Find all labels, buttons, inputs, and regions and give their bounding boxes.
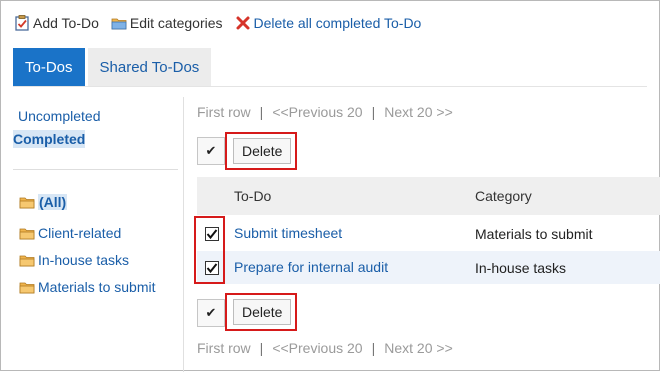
pager-previous-link[interactable]: <<Previous 20 bbox=[272, 104, 362, 120]
tab-todos[interactable]: To-Dos bbox=[13, 48, 85, 86]
folder-icon bbox=[111, 18, 127, 30]
delete-button[interactable]: Delete bbox=[233, 299, 292, 325]
check-all-button[interactable]: ✔ bbox=[197, 299, 225, 327]
checkmark-icon bbox=[206, 229, 218, 240]
pager-first-link[interactable]: First row bbox=[197, 340, 251, 356]
category-in-house-tasks[interactable]: In-house tasks bbox=[19, 252, 129, 268]
category-client-related[interactable]: Client-related bbox=[19, 225, 121, 241]
delete-button[interactable]: Delete bbox=[233, 138, 292, 164]
pager-first-link[interactable]: First row bbox=[197, 104, 251, 120]
tab-shared-todos[interactable]: Shared To-Dos bbox=[87, 48, 212, 86]
pager-separator: | bbox=[371, 104, 376, 120]
column-header-category: Category bbox=[475, 188, 532, 204]
pager-separator: | bbox=[371, 340, 376, 356]
pager-bottom: First row | <<Previous 20 | Next 20 >> bbox=[197, 340, 453, 356]
column-header-todo: To-Do bbox=[234, 188, 272, 204]
category-materials-to-submit[interactable]: Materials to submit bbox=[19, 279, 155, 295]
category-all-label: (All) bbox=[38, 194, 68, 210]
tab-underline bbox=[13, 86, 647, 87]
checkmark-icon bbox=[206, 263, 218, 274]
sidebar-item-completed[interactable]: Completed bbox=[13, 130, 86, 148]
sidebar-item-uncompleted[interactable]: Uncompleted bbox=[18, 107, 101, 125]
pager-separator: | bbox=[259, 340, 264, 356]
sidebar-separator bbox=[183, 97, 184, 372]
check-all-button[interactable]: ✔ bbox=[197, 137, 225, 165]
pager-top: First row | <<Previous 20 | Next 20 >> bbox=[197, 104, 453, 120]
sidebar-divider bbox=[13, 169, 178, 170]
folder-icon bbox=[19, 228, 35, 240]
todo-category: In-house tasks bbox=[475, 260, 567, 276]
row-checkbox[interactable] bbox=[205, 227, 219, 241]
category-all[interactable]: (All) bbox=[19, 194, 68, 210]
add-todo-button[interactable]: Add To-Do bbox=[14, 15, 99, 31]
add-todo-label: Add To-Do bbox=[33, 15, 99, 31]
category-in-house-tasks-label: In-house tasks bbox=[38, 252, 130, 268]
todo-app-window: Add To-Do Edit categories Delete all com… bbox=[0, 0, 660, 372]
row-checkbox[interactable] bbox=[205, 261, 219, 275]
pager-next-link[interactable]: Next 20 >> bbox=[384, 104, 453, 120]
category-materials-to-submit-label: Materials to submit bbox=[38, 279, 156, 295]
category-client-related-label: Client-related bbox=[38, 225, 122, 241]
tab-bar: To-Dos Shared To-Dos bbox=[13, 48, 212, 86]
pager-separator: | bbox=[259, 104, 264, 120]
pager-previous-link[interactable]: <<Previous 20 bbox=[272, 340, 362, 356]
edit-categories-button[interactable]: Edit categories bbox=[111, 15, 223, 31]
delete-all-completed-button[interactable]: Delete all completed To-Do bbox=[235, 15, 422, 31]
edit-categories-label: Edit categories bbox=[129, 15, 223, 31]
folder-icon bbox=[19, 197, 35, 209]
todo-link[interactable]: Prepare for internal audit bbox=[234, 259, 388, 275]
todo-category: Materials to submit bbox=[475, 226, 593, 242]
folder-icon bbox=[19, 282, 35, 294]
todo-link[interactable]: Submit timesheet bbox=[234, 225, 342, 241]
folder-icon bbox=[19, 255, 35, 267]
pager-next-link[interactable]: Next 20 >> bbox=[384, 340, 453, 356]
table-header: To-Do Category bbox=[197, 177, 660, 215]
delete-x-icon bbox=[236, 16, 250, 30]
checklist-icon bbox=[15, 15, 29, 31]
delete-all-completed-label: Delete all completed To-Do bbox=[253, 15, 422, 31]
toolbar: Add To-Do Edit categories Delete all com… bbox=[14, 13, 433, 33]
